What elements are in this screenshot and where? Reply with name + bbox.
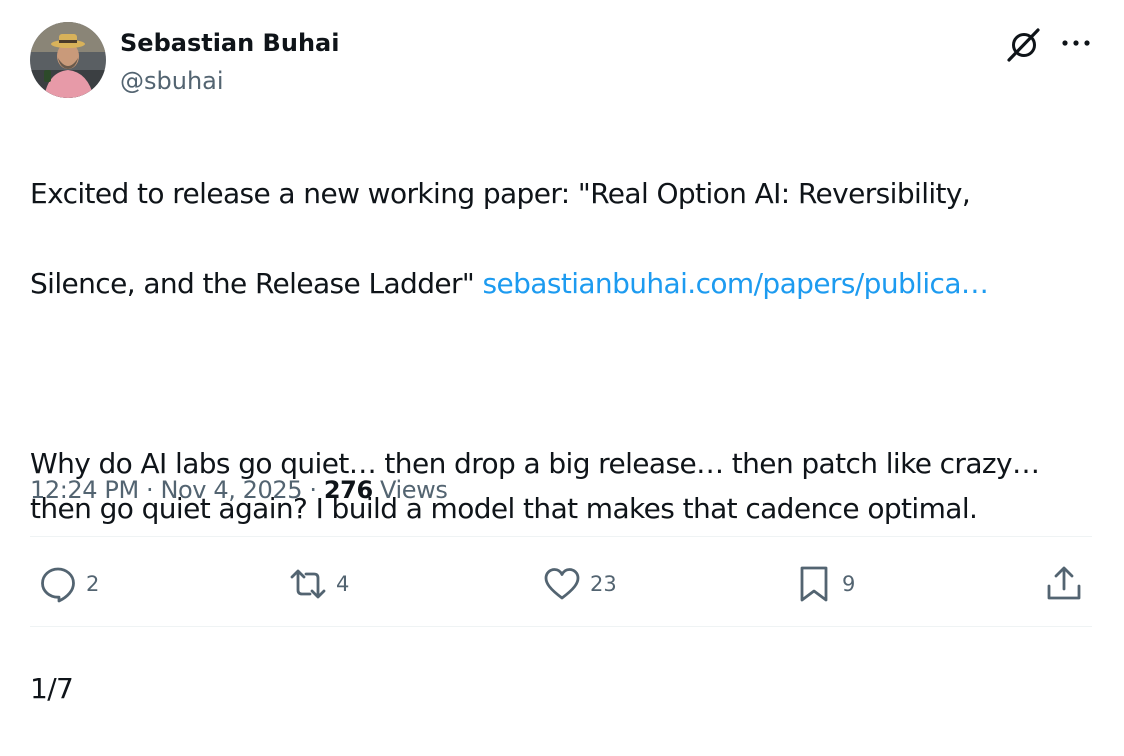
tweet-line-1: Excited to release a new working paper: … [30, 177, 971, 210]
paper-link[interactable]: sebastianbuhai.com/papers/publica… [482, 267, 988, 300]
share-button[interactable] [1044, 562, 1084, 606]
author-display-name[interactable]: Sebastian Buhai [120, 26, 339, 60]
author-handle[interactable]: @sbuhai [120, 64, 224, 98]
reply-button[interactable]: 2 [38, 562, 99, 606]
divider [30, 536, 1092, 537]
retweet-count: 4 [336, 572, 350, 596]
like-count: 23 [590, 572, 617, 596]
more-icon[interactable] [1056, 26, 1096, 60]
heart-icon [544, 568, 580, 600]
bookmark-count: 9 [842, 572, 856, 596]
meta-separator: · [138, 476, 161, 504]
tweet-text: Excited to release a new working paper: … [30, 126, 1100, 756]
share-icon [1047, 566, 1081, 600]
reply-count: 2 [86, 572, 100, 596]
views-label: Views [372, 476, 448, 504]
thread-marker: 1/7 [30, 672, 74, 705]
divider [30, 626, 1092, 627]
tweet-time[interactable]: 12:24 PM [30, 476, 139, 504]
retweet-icon [290, 569, 326, 599]
avatar[interactable] [30, 22, 106, 98]
tweet-line-2: Silence, and the Release Ladder" sebasti… [30, 261, 1100, 306]
tweet-meta: 12:24 PM · Nov 4, 2025 · 276 Views [30, 472, 448, 508]
tweet-card: Sebastian Buhai @sbuhai Excited to relea… [0, 0, 1124, 705]
reply-icon [41, 567, 75, 603]
meta-separator: · [302, 476, 324, 504]
retweet-button[interactable]: 4 [288, 562, 349, 606]
avatar-image [30, 22, 106, 98]
views-count: 276 [323, 476, 373, 504]
grok-icon[interactable] [1004, 24, 1044, 64]
bookmark-button[interactable]: 9 [794, 562, 855, 606]
tweet-line-2-text: Silence, and the Release Ladder" [30, 267, 483, 300]
like-button[interactable]: 23 [542, 562, 617, 606]
bookmark-icon [800, 566, 828, 602]
tweet-date[interactable]: Nov 4, 2025 [160, 476, 302, 504]
